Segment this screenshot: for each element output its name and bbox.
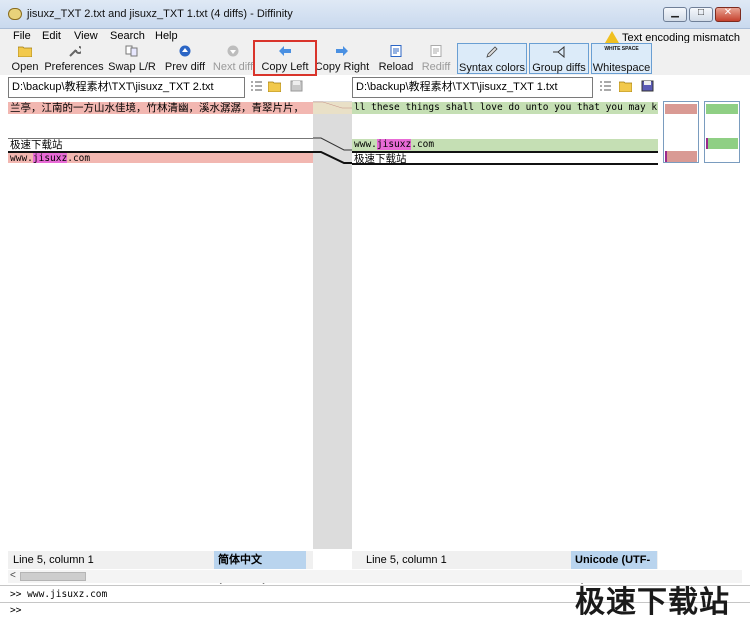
left-open-folder-icon[interactable]: [268, 80, 281, 92]
reload-icon: [390, 45, 402, 57]
left-cursor-position: Line 5, column 1: [13, 554, 94, 566]
left-line-5: www.jisuxz.com: [8, 151, 313, 163]
preferences-button[interactable]: Preferences: [44, 43, 104, 75]
syntax-colors-label: Syntax colors: [458, 62, 526, 74]
menu-help[interactable]: Help: [155, 29, 178, 43]
right-line-4: www.jisuxz.com: [352, 139, 658, 151]
left-line-1: 兰亭，江南的一方山水佳境，竹林清幽，溪水潺潺，青翠片片，: [8, 102, 313, 114]
left-path-field[interactable]: D:\backup\教程素材\TXT\jisuxz_TXT 2.txt: [8, 77, 245, 98]
close-button[interactable]: ✕: [715, 7, 741, 22]
right-diff-pane[interactable]: ll these things shall love do unto you t…: [352, 101, 658, 549]
left-list-icon[interactable]: [250, 80, 263, 92]
group-diffs-icon: [553, 46, 565, 58]
reload-button[interactable]: Reload: [377, 43, 415, 75]
right-save-icon[interactable]: [641, 80, 654, 92]
right-line-4-suffix: .com: [411, 139, 435, 150]
maximize-button[interactable]: □: [689, 7, 713, 22]
scrollbar-thumb[interactable]: [20, 572, 86, 581]
left-line-4: 极速下载站: [10, 139, 63, 151]
left-line-5-suffix: .com: [67, 153, 91, 163]
rediff-label: Rediff: [421, 61, 451, 73]
menu-bar: File Edit View Search Help Text encoding…: [0, 29, 750, 44]
right-open-folder-icon[interactable]: [619, 80, 632, 92]
right-overview-changed-block: [706, 138, 738, 149]
right-line-4-changed: jisuxz: [376, 139, 412, 150]
minimize-button[interactable]: ▁: [663, 7, 687, 22]
wrench-icon: [69, 46, 81, 57]
folder-icon: [18, 46, 32, 57]
left-diff-pane[interactable]: 兰亭，江南的一方山水佳境，竹林清幽，溪水潺潺，青翠片片， 极速下载站 www.j…: [8, 101, 313, 549]
rediff-button[interactable]: Rediff: [418, 43, 454, 75]
group-diffs-toggle[interactable]: Group diffs: [529, 43, 589, 74]
diffinity-app-icon: [8, 8, 22, 20]
minimize-icon: ▁: [671, 7, 679, 18]
scroll-left-icon[interactable]: <: [10, 570, 16, 581]
syntax-colors-toggle[interactable]: Syntax colors: [457, 43, 527, 74]
warning-icon: [605, 31, 619, 43]
copy-left-callout: [253, 40, 317, 76]
watermark-logo: 极速下载站: [575, 585, 730, 620]
copy-right-label: Copy Right: [314, 61, 370, 73]
whitespace-icon: WHITE SPACE: [604, 46, 639, 52]
right-overview-added-block: [706, 104, 738, 114]
right-path-field[interactable]: D:\backup\教程素材\TXT\jisuxz_TXT 1.txt: [352, 77, 593, 98]
swap-label: Swap L/R: [108, 61, 156, 73]
right-line-4-prefix: www.: [354, 139, 377, 150]
prev-diff-label: Prev diff: [164, 61, 206, 73]
menu-search[interactable]: Search: [110, 29, 145, 43]
title-bar: jisuxz_TXT 2.txt and jisuxz_TXT 1.txt (4…: [0, 0, 750, 29]
arrow-right-icon: [336, 46, 348, 56]
left-line-5-prefix: www.: [10, 153, 33, 163]
prev-diff-button[interactable]: Prev diff: [162, 43, 208, 75]
console-output-line: >> www.jisuxz.com: [10, 589, 108, 600]
right-line-1: ll these things shall love do unto you t…: [352, 102, 658, 114]
swap-button[interactable]: Swap L/R: [107, 43, 157, 75]
right-line-5: 极速下载站: [352, 151, 658, 165]
arrow-down-icon: [227, 45, 239, 57]
group-diffs-label: Group diffs: [532, 62, 586, 74]
diff-connector-lines: [313, 101, 352, 164]
console-prompt[interactable]: >>: [10, 605, 21, 616]
menu-edit[interactable]: Edit: [42, 29, 61, 43]
right-encoding-badge[interactable]: Unicode (UTF-8): [571, 551, 657, 584]
menu-file[interactable]: File: [13, 29, 31, 43]
whitespace-label: Whitespace: [592, 62, 651, 74]
next-diff-label: Next diff: [212, 61, 254, 73]
next-diff-button[interactable]: Next diff: [211, 43, 255, 75]
window-title: jisuxz_TXT 2.txt and jisuxz_TXT 1.txt (4…: [27, 8, 293, 20]
left-overview-changed-block: [665, 151, 697, 162]
right-overview-map[interactable]: [704, 101, 740, 163]
close-icon: ✕: [723, 7, 733, 18]
left-line-5-changed: jisuxz: [32, 153, 68, 163]
copy-right-button[interactable]: Copy Right: [314, 43, 370, 75]
left-encoding-badge[interactable]: 简体中文(GB2312): [214, 551, 306, 584]
menu-view[interactable]: View: [74, 29, 98, 43]
toolbar: Open Preferences Swap L/R Prev diff Next…: [0, 43, 750, 75]
reload-label: Reload: [378, 61, 414, 73]
left-overview-deleted-block: [665, 104, 697, 114]
whitespace-toggle[interactable]: WHITE SPACE Whitespace: [591, 43, 652, 74]
open-button[interactable]: Open: [8, 43, 42, 75]
preferences-label: Preferences: [44, 61, 104, 73]
rediff-icon: [430, 45, 442, 57]
left-overview-map[interactable]: [663, 101, 699, 163]
diff-gutter: [313, 101, 352, 549]
left-save-icon[interactable]: [290, 80, 303, 92]
right-list-icon[interactable]: [599, 80, 612, 92]
arrow-up-icon: [179, 45, 191, 57]
right-cursor-position: Line 5, column 1: [366, 554, 447, 566]
pencil-icon: [486, 46, 498, 58]
swap-icon: [125, 45, 138, 57]
maximize-icon: □: [697, 7, 705, 18]
open-label: Open: [11, 61, 39, 73]
